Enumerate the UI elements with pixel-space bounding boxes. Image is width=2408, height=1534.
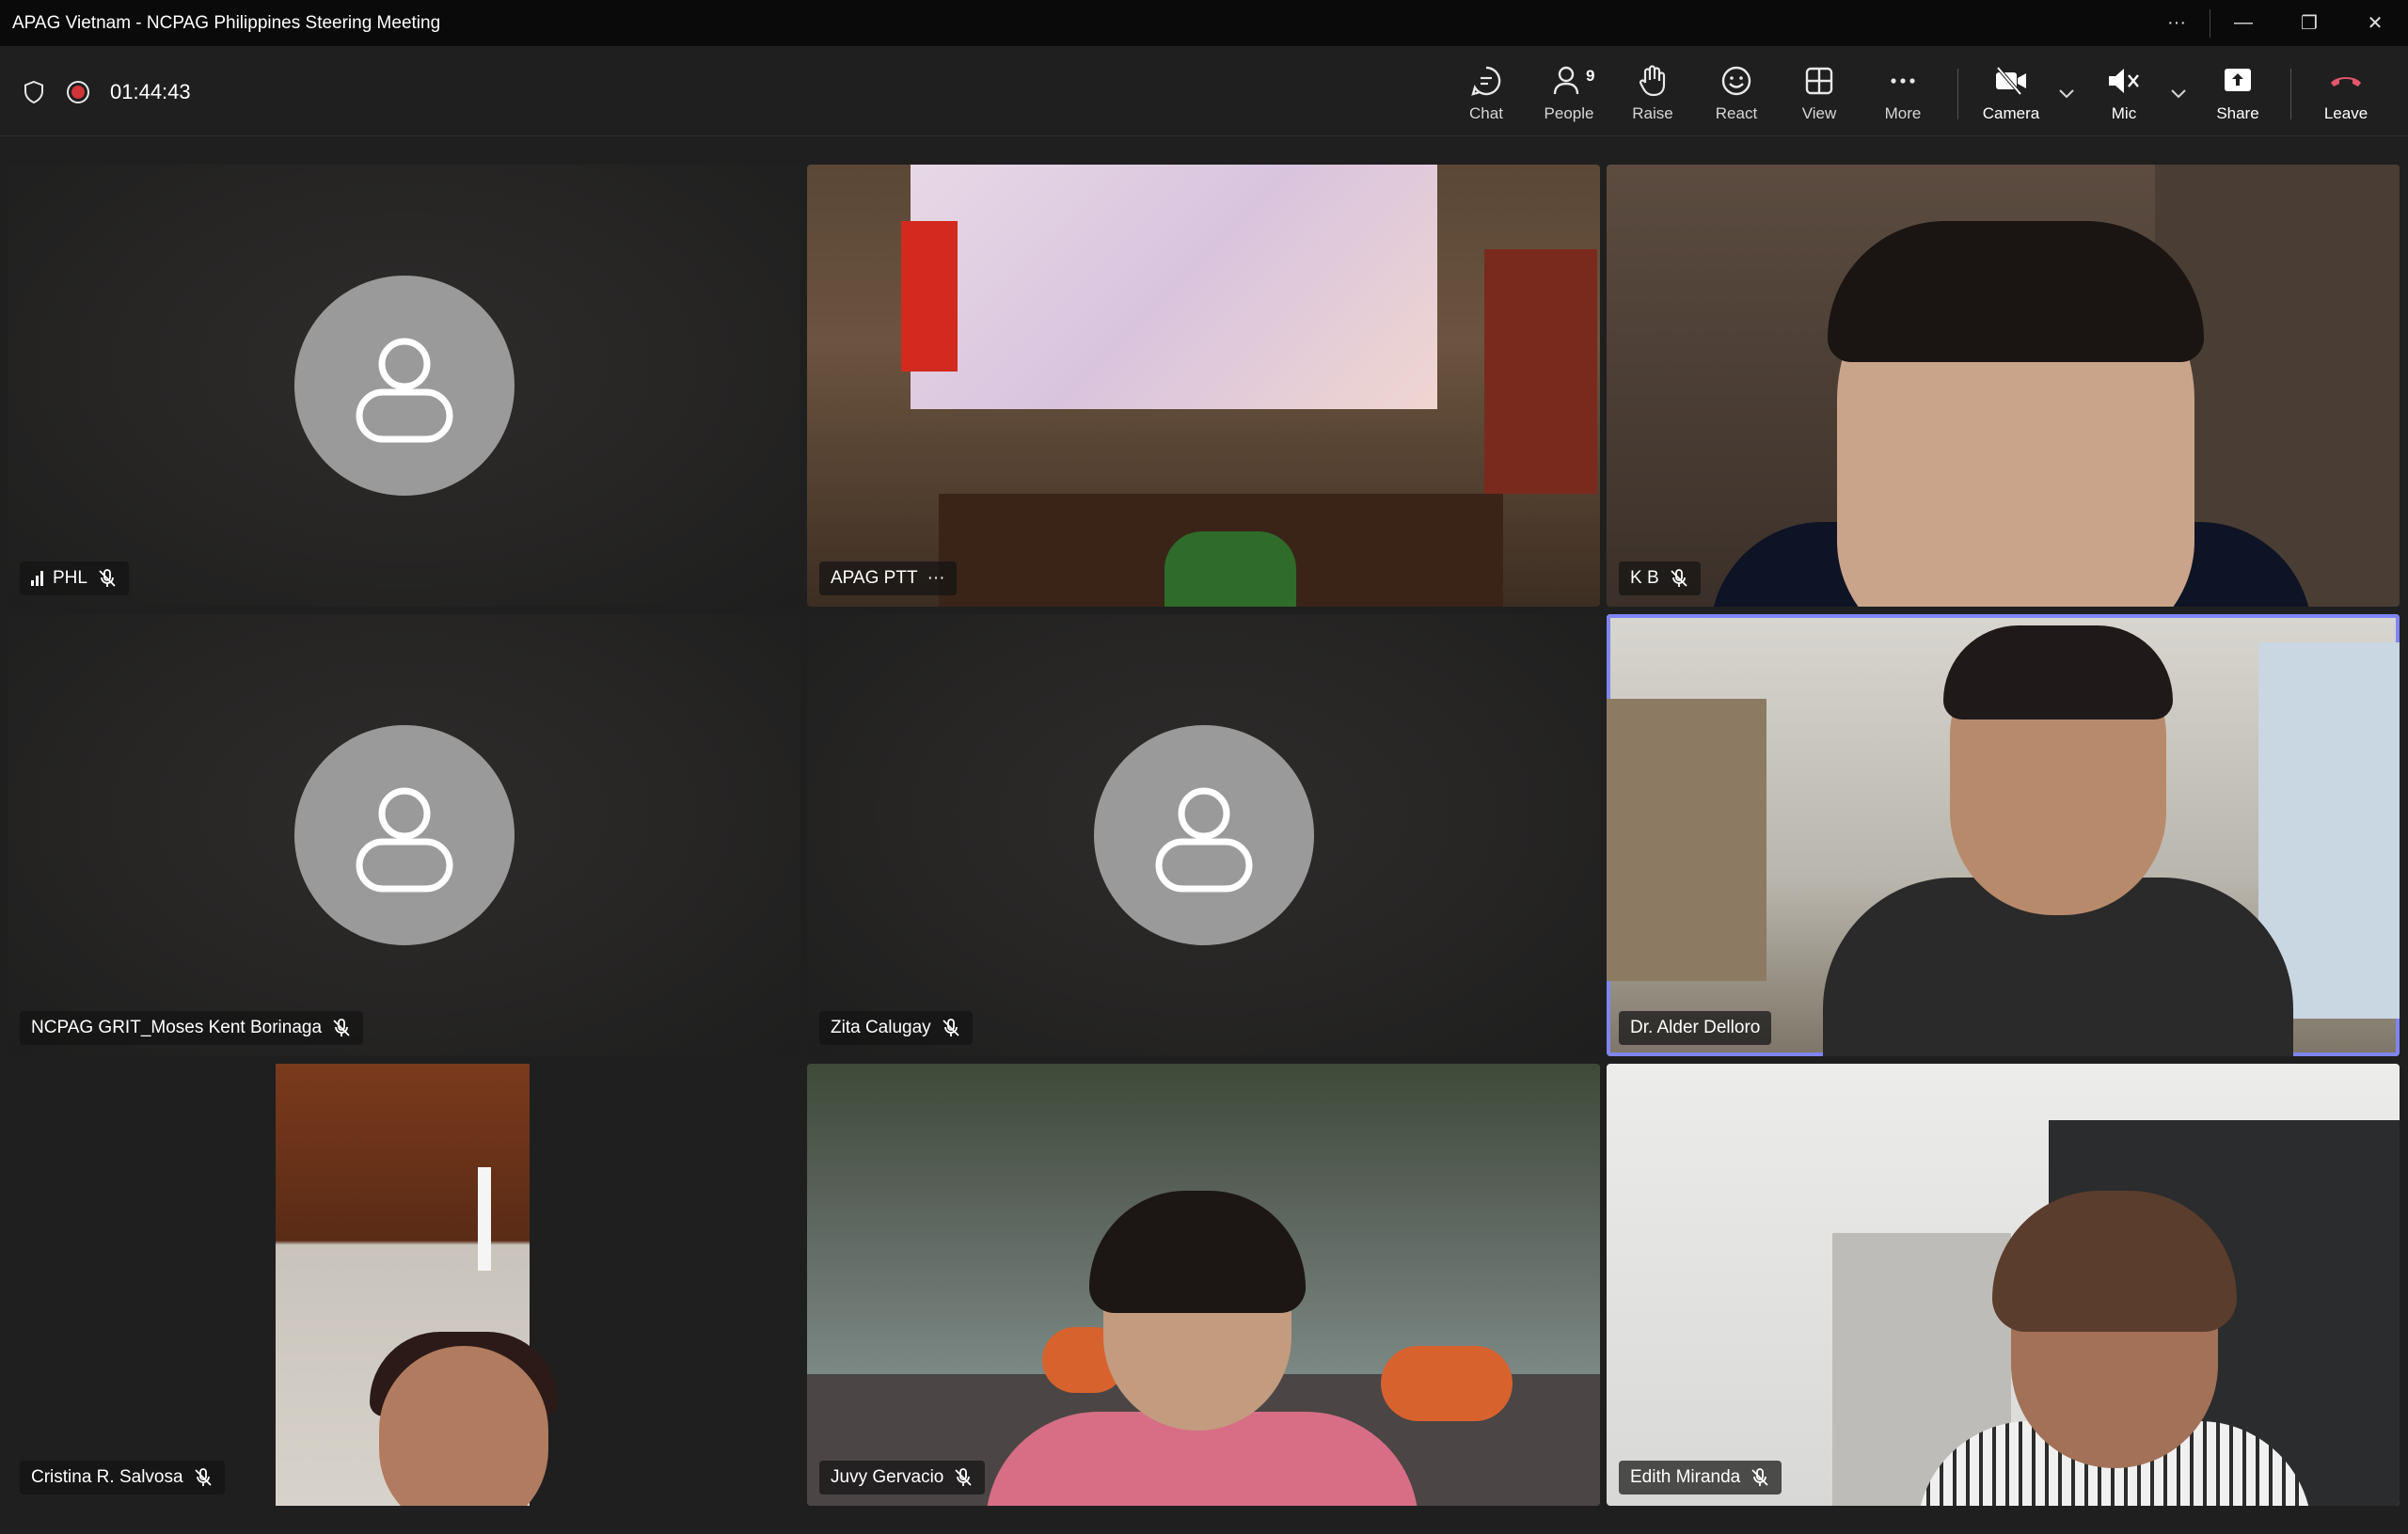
participant-name-tag: Edith Miranda: [1619, 1461, 1782, 1494]
participant-more-icon[interactable]: ···: [927, 568, 945, 589]
default-avatar-icon: [1093, 725, 1314, 945]
participant-name: Cristina R. Salvosa: [31, 1467, 183, 1487]
record-dot-icon: [71, 86, 85, 99]
emoji-icon: [1721, 66, 1751, 96]
camera-button[interactable]: Camera: [1973, 61, 2049, 129]
participant-name-tag: APAG PTT ···: [819, 561, 957, 595]
signal-bars-icon: [31, 571, 43, 586]
window-controls: ··· — ❐ ✕: [2144, 0, 2408, 46]
mic-label: Mic: [2111, 104, 2137, 122]
participant-name-tag: PHL: [20, 561, 129, 595]
wall-panel: [1607, 699, 1766, 981]
toolbar-divider: [2290, 69, 2291, 119]
title-bar: APAG Vietnam - NCPAG Philippines Steerin…: [0, 0, 2408, 46]
leave-label: Leave: [2323, 104, 2368, 122]
mic-muted-icon: [194, 1468, 212, 1486]
participant-name-tag: Cristina R. Salvosa: [20, 1461, 225, 1494]
participant-name: PHL: [53, 568, 87, 588]
plant: [1164, 531, 1296, 607]
react-label: React: [1715, 104, 1758, 122]
minimize-button[interactable]: —: [2210, 0, 2276, 46]
more-dots-icon: [1891, 78, 1915, 84]
participant-video: [1828, 221, 2204, 362]
shield-icon[interactable]: [23, 80, 45, 104]
more-label: More: [1884, 104, 1922, 122]
participant-tile[interactable]: Juvy Gervacio: [807, 1064, 1600, 1506]
participant-video: [379, 1346, 548, 1506]
raise-hand-button[interactable]: Raise: [1615, 61, 1690, 129]
react-button[interactable]: React: [1699, 61, 1774, 129]
participant-name: Juvy Gervacio: [831, 1467, 944, 1487]
participant-tile[interactable]: PHL: [8, 165, 800, 607]
mic-muted-icon: [333, 1019, 350, 1036]
participant-name: Dr. Alder Delloro: [1630, 1018, 1761, 1037]
participant-tile-active-speaker[interactable]: Dr. Alder Delloro: [1607, 614, 2400, 1056]
participant-tile[interactable]: K B: [1607, 165, 2400, 607]
participant-tile[interactable]: Cristina R. Salvosa: [8, 1064, 800, 1506]
participant-name-tag: Zita Calugay: [819, 1011, 973, 1045]
people-button[interactable]: 9 People: [1531, 61, 1607, 129]
mic-options-chevron-icon[interactable]: [2167, 82, 2190, 104]
meeting-timer: 01:44:43: [110, 80, 191, 103]
participant-name: NCPAG GRIT_Moses Kent Borinaga: [31, 1018, 323, 1037]
share-screen-icon: [2225, 69, 2251, 91]
mic-muted-icon: [955, 1468, 973, 1486]
window-more-button[interactable]: ···: [2144, 0, 2210, 46]
flag: [901, 221, 958, 372]
participant-name-tag: K B: [1619, 561, 1701, 595]
participant-name: APAG PTT: [831, 568, 918, 588]
window-title: APAG Vietnam - NCPAG Philippines Steerin…: [12, 12, 441, 33]
view-label: View: [1801, 104, 1837, 122]
more-button[interactable]: More: [1865, 61, 1941, 129]
default-avatar-icon: [293, 276, 515, 496]
participant-name: K B: [1630, 568, 1659, 588]
camera-off-icon: [1996, 66, 2026, 96]
camera-options-chevron-icon[interactable]: [2055, 82, 2078, 104]
grid-view-icon: [1805, 67, 1833, 95]
chat-button[interactable]: Chat: [1449, 61, 1524, 129]
recording-indicator: [67, 81, 89, 103]
raise-hand-icon: [1639, 65, 1666, 97]
camera-label: Camera: [1982, 104, 2040, 122]
mic-muted-icon: [1670, 569, 1687, 587]
mic-muted-icon: [943, 1019, 959, 1036]
mic-muted-icon: [1751, 1468, 1768, 1486]
share-button[interactable]: Share: [2200, 61, 2275, 129]
view-button[interactable]: View: [1782, 61, 1857, 129]
meeting-toolbar: 01:44:43 Chat 9 People Raise React View …: [0, 46, 2408, 136]
chat-icon: [1471, 66, 1501, 96]
participant-tile[interactable]: Edith Miranda: [1607, 1064, 2400, 1506]
participant-name-tag: Dr. Alder Delloro: [1619, 1011, 1772, 1045]
participant-tile[interactable]: Zita Calugay: [807, 614, 1600, 1056]
participant-tile[interactable]: APAG PTT ···: [807, 165, 1600, 607]
chat-label: Chat: [1469, 104, 1503, 122]
ceiling-light: [478, 1167, 491, 1271]
participant-tile[interactable]: NCPAG GRIT_Moses Kent Borinaga: [8, 614, 800, 1056]
restore-button[interactable]: ❐: [2276, 0, 2342, 46]
participant-name-tag: NCPAG GRIT_Moses Kent Borinaga: [20, 1011, 364, 1045]
people-label: People: [1544, 104, 1594, 122]
participant-video: [1943, 625, 2173, 720]
participant-name: Zita Calugay: [831, 1018, 931, 1037]
people-count: 9: [1586, 67, 1595, 85]
default-avatar-icon: [293, 725, 515, 945]
close-window-button[interactable]: ✕: [2342, 0, 2408, 46]
toolbar-divider: [1957, 69, 1958, 119]
people-icon: [1553, 66, 1579, 95]
leave-button[interactable]: Leave: [2308, 61, 2384, 129]
mic-muted-icon: [99, 569, 116, 587]
hang-up-icon: [2331, 77, 2361, 87]
mic-button[interactable]: Mic: [2086, 61, 2162, 129]
share-label: Share: [2216, 104, 2259, 122]
participant-name-tag: Juvy Gervacio: [819, 1461, 986, 1494]
participant-name: Edith Miranda: [1630, 1467, 1741, 1487]
participant-video: [1089, 1191, 1306, 1313]
speaker-muted-icon: [2109, 69, 2139, 93]
raise-label: Raise: [1632, 104, 1673, 122]
bookshelf: [1484, 249, 1597, 494]
projector-screen: [911, 165, 1437, 409]
chair: [1381, 1346, 1513, 1421]
